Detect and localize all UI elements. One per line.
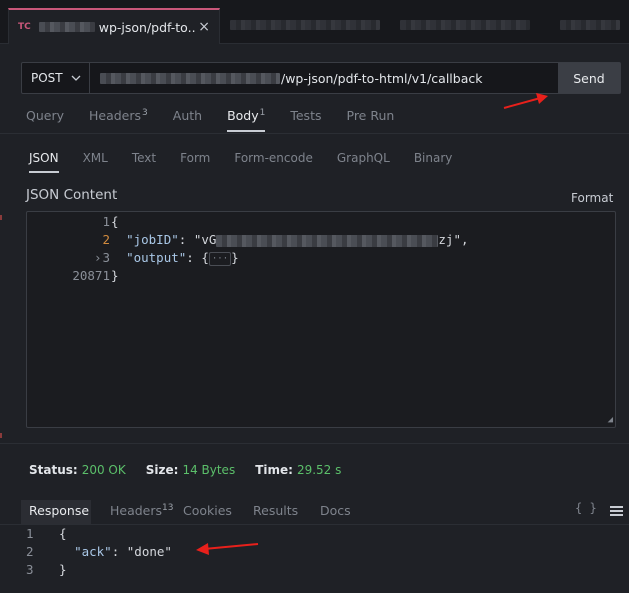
url-path: /wp-json/pdf-to-html/v1/callback [281, 70, 483, 86]
body-type-text[interactable]: Text [132, 151, 156, 165]
send-button[interactable]: Send [558, 63, 620, 93]
body-type-xml[interactable]: XML [83, 151, 108, 165]
thunder-client-window: TC wp-json/pdf-to.. × POST /wp-json/pdf-… [0, 0, 629, 593]
line-number: 3 [26, 562, 34, 577]
status-value: 200 OK [81, 463, 126, 477]
menu-icon[interactable] [610, 506, 623, 518]
tab-pre-run[interactable]: Pre Run [347, 108, 395, 123]
code-text: "output": {···} [126, 250, 239, 266]
redacted-tab[interactable] [560, 20, 620, 30]
json-key: "ack" [74, 544, 112, 559]
resize-handle-icon[interactable]: ◢ [608, 415, 613, 425]
json-value-end: zj", [438, 232, 469, 247]
gutter-marker [0, 433, 2, 438]
line-number: 20871 [72, 268, 110, 283]
line-number: 2 [26, 544, 34, 559]
redacted-tab[interactable] [400, 20, 530, 30]
body-type-binary[interactable]: Binary [414, 151, 453, 165]
divider [0, 443, 629, 444]
json-value-start: "vG [193, 232, 217, 247]
line-number: 1 [26, 526, 34, 541]
tab-response[interactable]: Response [21, 500, 91, 524]
status-bar: Status: 200 OK Size: 14 Bytes Time: 29.5… [29, 463, 361, 477]
size-label: Size: [145, 463, 179, 477]
body-type-tabs: JSON XML Text Form Form-encode GraphQL B… [29, 151, 476, 173]
tab-results[interactable]: Results [253, 503, 298, 518]
tab-cookies[interactable]: Cookies [183, 503, 232, 518]
close-icon[interactable]: × [198, 19, 210, 35]
format-button[interactable]: Format [571, 191, 613, 205]
tab-bar: TC wp-json/pdf-to.. × [0, 0, 629, 44]
json-key: "jobID" [126, 232, 179, 247]
redacted-value [216, 234, 439, 247]
method-label: POST [31, 71, 63, 85]
editor-line: 2 "jobID": "vG zj", [27, 232, 615, 250]
request-tabs: Query Headers3 Auth Body1 Tests Pre Run [26, 108, 419, 133]
line-number: 1 [102, 214, 110, 229]
url-input[interactable]: /wp-json/pdf-to-html/v1/callback [90, 63, 558, 93]
json-editor[interactable]: 1 { 2 "jobID": "vG zj", 3 › "output": {··… [26, 211, 616, 428]
tab-body[interactable]: Body1 [227, 108, 266, 133]
size-value: 14 Bytes [182, 463, 236, 477]
body-type-form-encode[interactable]: Form-encode [234, 151, 313, 165]
tab-badge: TC [18, 22, 31, 32]
editor-line: 1 { [27, 214, 615, 232]
redacted-host [100, 72, 280, 84]
gutter-marker [0, 215, 2, 220]
annotation-arrow-icon [196, 543, 259, 555]
response-line: 3 } [0, 562, 629, 580]
tab-tests[interactable]: Tests [290, 108, 321, 123]
tab-response-headers[interactable]: Headers13 [110, 503, 173, 518]
code-text: "jobID": "vG zj", [126, 232, 469, 247]
chevron-down-icon [71, 75, 81, 81]
tab-headers[interactable]: Headers3 [89, 108, 148, 123]
braces-icon[interactable]: { } [575, 501, 597, 515]
redacted-tab[interactable] [230, 20, 380, 30]
response-tabs: Response Headers13 Cookies Results Docs … [0, 500, 629, 524]
editor-line: 20871 } [27, 268, 615, 286]
status-label: Status: [29, 463, 78, 477]
body-type-json[interactable]: JSON [29, 151, 59, 173]
json-value: "done" [126, 544, 172, 559]
response-line: 1 { [0, 526, 629, 544]
tab-docs[interactable]: Docs [320, 503, 351, 518]
chevron-right-icon[interactable]: › [94, 250, 102, 265]
tab-auth[interactable]: Auth [173, 108, 202, 123]
code-text: } [59, 562, 67, 577]
code-text: "ack": "done" [74, 544, 172, 559]
code-text: { [111, 214, 119, 229]
time-value: 29.52 s [296, 463, 342, 477]
body-type-graphql[interactable]: GraphQL [337, 151, 390, 165]
annotation-arrow-icon [503, 93, 548, 109]
tab-title: wp-json/pdf-to.. [98, 19, 196, 35]
json-content-title: JSON Content [26, 187, 118, 203]
response-line: 2 "ack": "done" [0, 544, 629, 562]
editor-line: 3 › "output": {···} [27, 250, 615, 268]
code-text: { [59, 526, 67, 541]
divider [0, 133, 629, 134]
redacted-host [38, 22, 95, 32]
time-label: Time: [255, 463, 293, 477]
json-key: "output" [126, 250, 187, 265]
tab-query[interactable]: Query [26, 108, 64, 123]
method-select[interactable]: POST [22, 63, 90, 93]
code-text: } [111, 268, 119, 283]
body-type-form[interactable]: Form [180, 151, 210, 165]
request-tab[interactable]: TC wp-json/pdf-to.. × [8, 8, 220, 44]
divider [0, 524, 629, 525]
line-number: 2 [102, 232, 110, 247]
collapsed-indicator[interactable]: ··· [208, 251, 232, 266]
